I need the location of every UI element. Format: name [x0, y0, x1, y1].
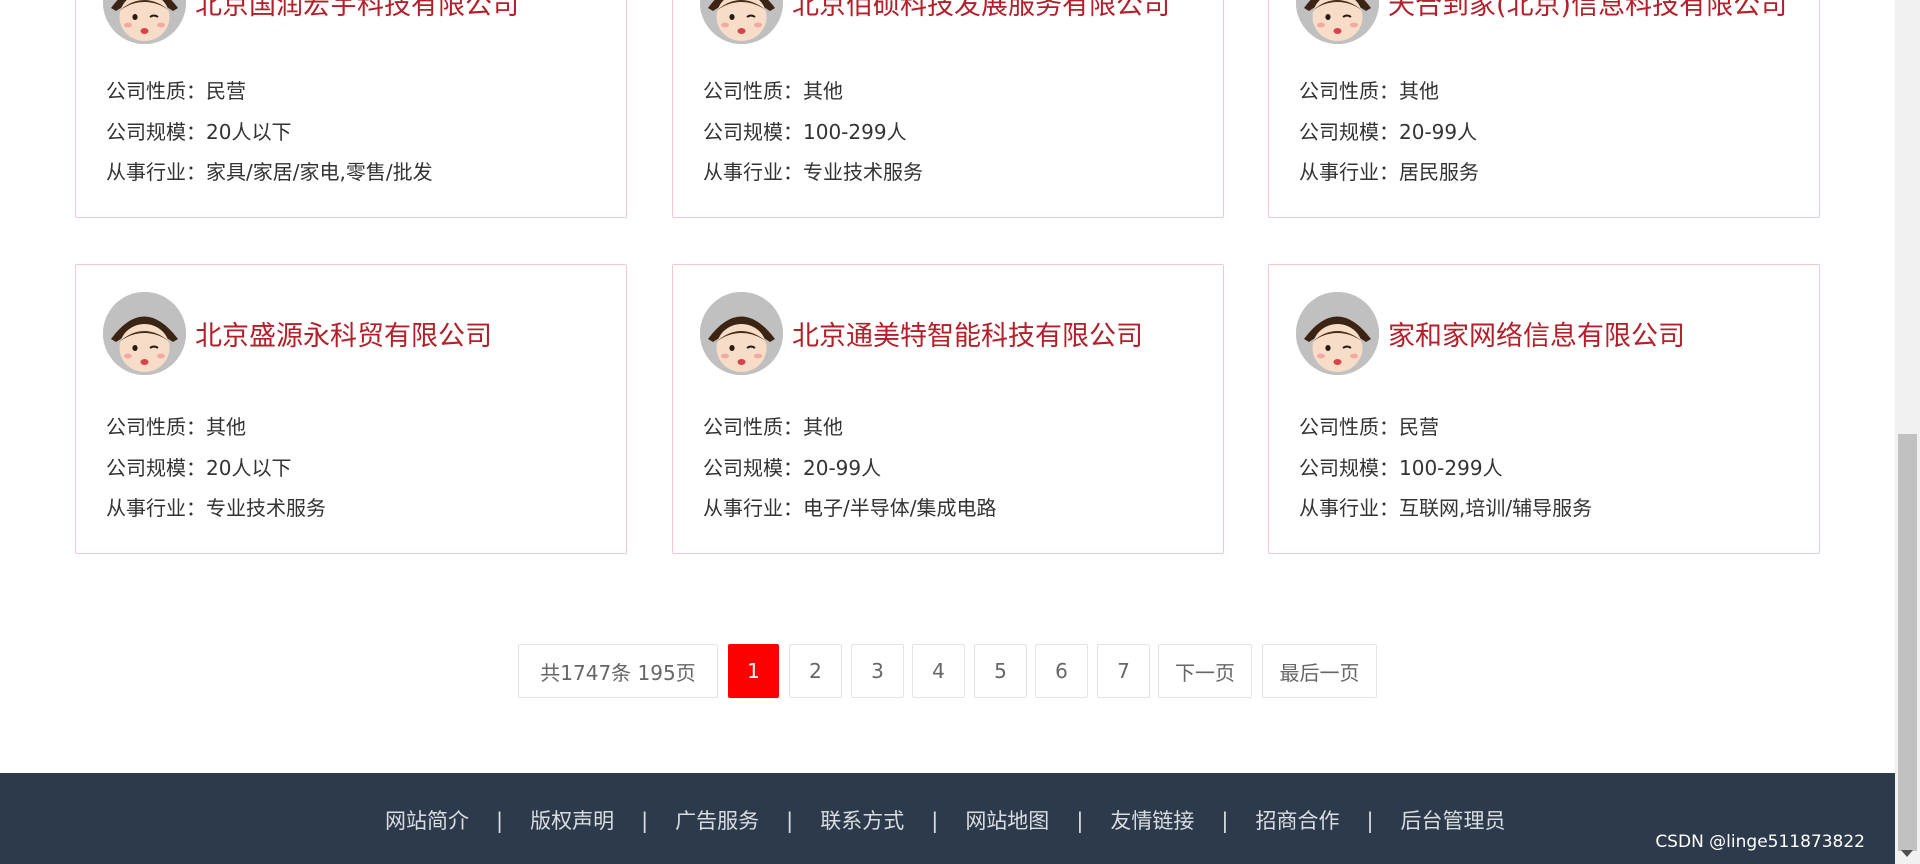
footer-link-admin[interactable]: 后台管理员: [1401, 805, 1506, 835]
next-page-button[interactable]: 下一页: [1158, 644, 1252, 698]
company-nature: 公司性质：其他: [106, 415, 246, 439]
pagination-summary: 共1747条 195页: [518, 644, 718, 698]
scrollbar-thumb[interactable]: [1898, 434, 1917, 851]
company-card[interactable]: 天合到家(北京)信息科技有限公司 公司性质：其他 公司规模：20-99人 从事行…: [1268, 0, 1820, 218]
company-scale: 公司规模：20-99人: [703, 455, 882, 480]
company-nature: 公司性质：民营: [106, 79, 246, 103]
footer-link-ads[interactable]: 广告服务: [675, 805, 759, 835]
footer-separator: |: [641, 809, 649, 833]
company-scale: 公司规模：100-299人: [703, 119, 907, 144]
company-scale: 公司规模：20人以下: [106, 119, 292, 144]
page-button-6[interactable]: 6: [1035, 644, 1088, 698]
cartoon-avatar-icon: [1296, 0, 1379, 44]
footer-separator: |: [786, 809, 794, 833]
footer-separator: |: [931, 809, 939, 833]
company-industry: 从事行业：居民服务: [1299, 160, 1479, 184]
company-name[interactable]: 北京通美特智能科技有限公司: [792, 314, 1143, 353]
company-list: 北京国润宏宇科技有限公司 公司性质：民营 公司规模：20人以下 从事行业：家具/…: [0, 0, 1895, 864]
company-card[interactable]: 北京通美特智能科技有限公司 公司性质：其他 公司规模：20-99人 从事行业：电…: [672, 264, 1224, 554]
company-scale: 公司规模：20-99人: [1299, 119, 1478, 144]
vertical-scrollbar[interactable]: [1895, 0, 1920, 864]
company-name[interactable]: 北京国润宏宇科技有限公司: [195, 0, 519, 22]
cartoon-avatar-icon: [103, 292, 186, 375]
cartoon-avatar-icon: [103, 0, 186, 44]
company-industry: 从事行业：专业技术服务: [703, 160, 923, 184]
footer-link-sitemap[interactable]: 网站地图: [965, 805, 1049, 835]
company-card[interactable]: 北京盛源永科贸有限公司 公司性质：其他 公司规模：20人以下 从事行业：专业技术…: [75, 264, 627, 554]
company-card[interactable]: 北京国润宏宇科技有限公司 公司性质：民营 公司规模：20人以下 从事行业：家具/…: [75, 0, 627, 218]
last-page-button[interactable]: 最后一页: [1262, 644, 1377, 698]
company-nature: 公司性质：其他: [703, 415, 843, 439]
company-card[interactable]: 家和家网络信息有限公司 公司性质：民营 公司规模：100-299人 从事行业：互…: [1268, 264, 1820, 554]
company-card[interactable]: 北京佰硕科技发展服务有限公司 公司性质：其他 公司规模：100-299人 从事行…: [672, 0, 1224, 218]
chevron-down-icon[interactable]: [1901, 850, 1913, 857]
footer-link-business[interactable]: 招商合作: [1255, 805, 1339, 835]
page-button-5[interactable]: 5: [974, 644, 1027, 698]
company-industry: 从事行业：电子/半导体/集成电路: [703, 496, 997, 520]
company-name[interactable]: 天合到家(北京)信息科技有限公司: [1388, 0, 1787, 22]
page-button-7[interactable]: 7: [1097, 644, 1150, 698]
cartoon-avatar-icon: [700, 292, 783, 375]
company-industry: 从事行业：家具/家居/家电,零售/批发: [106, 160, 433, 184]
footer-link-friends[interactable]: 友情链接: [1110, 805, 1194, 835]
pagination: 共1747条 195页 1 2 3 4 5 6 7 下一页 最后一页: [0, 644, 1895, 698]
footer-links: 网站简介 | 版权声明 | 广告服务 | 联系方式 | 网站地图 | 友情链接 | 招商合作 | 后台管理员: [385, 805, 1506, 835]
company-industry: 从事行业：互联网,培训/辅导服务: [1299, 496, 1593, 520]
page-button-1[interactable]: 1: [728, 644, 779, 698]
cartoon-avatar-icon: [1296, 292, 1379, 375]
company-scale: 公司规模：20人以下: [106, 455, 292, 480]
page-button-2[interactable]: 2: [789, 644, 842, 698]
company-nature: 公司性质：其他: [1299, 79, 1439, 103]
footer-separator: |: [496, 809, 504, 833]
footer-link-about[interactable]: 网站简介: [385, 805, 469, 835]
company-nature: 公司性质：民营: [1299, 415, 1439, 439]
page-button-4[interactable]: 4: [912, 644, 965, 698]
csdn-watermark: CSDN @linge511873822: [1655, 832, 1865, 852]
footer-separator: |: [1076, 809, 1084, 833]
footer-link-copyright[interactable]: 版权声明: [530, 805, 614, 835]
company-industry: 从事行业：专业技术服务: [106, 496, 326, 520]
company-name[interactable]: 家和家网络信息有限公司: [1388, 314, 1685, 353]
company-scale: 公司规模：100-299人: [1299, 455, 1503, 480]
page: 北京国润宏宇科技有限公司 公司性质：民营 公司规模：20人以下 从事行业：家具/…: [0, 0, 1920, 864]
footer-separator: |: [1366, 809, 1374, 833]
page-button-3[interactable]: 3: [851, 644, 904, 698]
cartoon-avatar-icon: [700, 0, 783, 44]
footer-separator: |: [1221, 809, 1229, 833]
company-name[interactable]: 北京佰硕科技发展服务有限公司: [792, 0, 1170, 22]
company-name[interactable]: 北京盛源永科贸有限公司: [195, 314, 492, 353]
footer: 网站简介 | 版权声明 | 广告服务 | 联系方式 | 网站地图 | 友情链接 | 招商合作 | 后台管理员: [0, 773, 1895, 864]
company-nature: 公司性质：其他: [703, 79, 843, 103]
footer-link-contact[interactable]: 联系方式: [820, 805, 904, 835]
